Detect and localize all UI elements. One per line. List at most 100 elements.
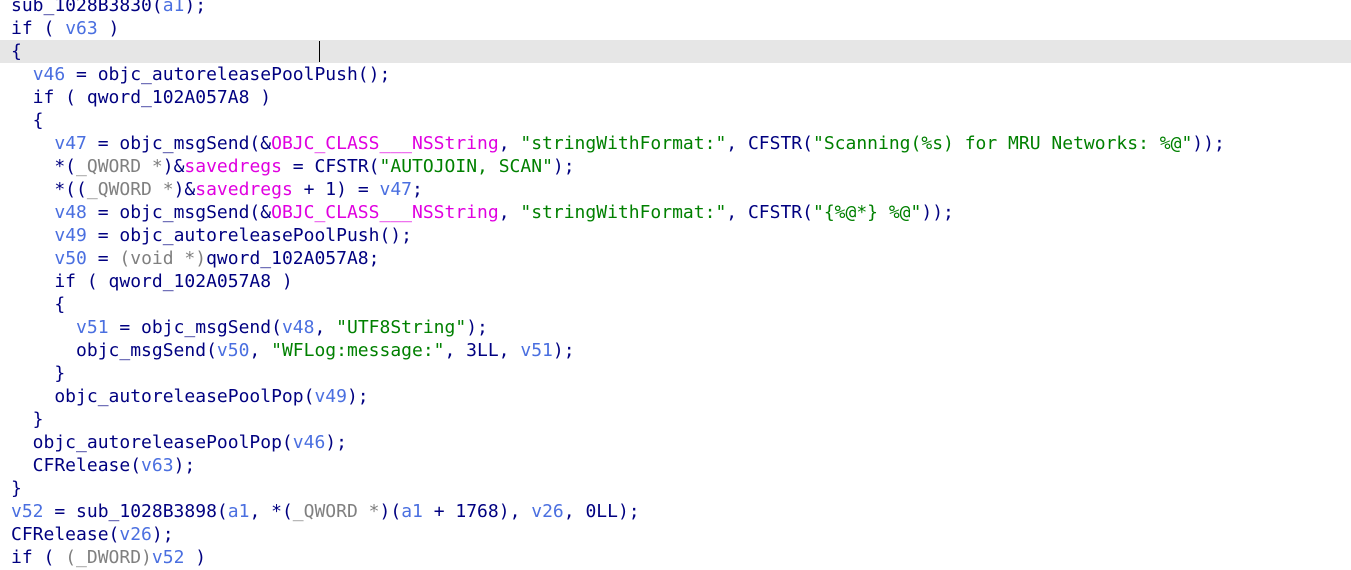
code-token: v26 [119, 524, 152, 545]
code-line[interactable]: { [0, 40, 1351, 63]
code-token: v63 [65, 18, 98, 39]
code-token: , [498, 133, 521, 154]
code-token: { [11, 41, 22, 62]
code-token: = objc_msgSend(& [86, 133, 272, 154]
code-token: "UTF8String" [336, 317, 467, 338]
code-token: a1 [227, 501, 250, 522]
code-line[interactable]: if ( v63 ) [0, 17, 1351, 40]
code-token: "Scanning(%s) for MRU Networks: %@" [812, 133, 1193, 154]
code-line[interactable]: *((_QWORD *)&savedregs + 1) = v47; [0, 178, 1351, 201]
code-token: ); [346, 386, 369, 407]
code-token: v46 [32, 64, 66, 85]
code-token: + 1) = [292, 179, 380, 200]
code-token: + 1768), [422, 501, 532, 522]
code-token: _QWORD * [76, 156, 163, 177]
code-token: v47 [379, 179, 413, 200]
code-token: "stringWithFormat:" [520, 133, 727, 154]
code-token: ); [151, 524, 174, 545]
code-line[interactable]: } [0, 477, 1351, 500]
code-token: if ( qword_102A057A8 ) [11, 87, 272, 108]
code-line[interactable]: { [0, 293, 1351, 316]
code-token: v48 [54, 202, 87, 223]
code-line[interactable]: v52 = sub_1028B3898(a1, *(_QWORD *)(a1 +… [0, 500, 1351, 523]
code-line[interactable]: } [0, 408, 1351, 431]
code-token: v51 [76, 317, 109, 338]
code-token: if ( [11, 547, 66, 568]
code-line[interactable]: } [0, 362, 1351, 385]
code-token: objc_autoreleasePoolPop( [11, 386, 315, 407]
code-token: v47 [54, 133, 87, 154]
code-token: , [498, 202, 521, 223]
code-token: = objc_msgSend( [108, 317, 282, 338]
pseudocode-view[interactable]: sub_1028B3830(a1); if ( v63 ){ v46 = objc… [0, 0, 1351, 569]
code-token: = objc_msgSend(& [86, 202, 272, 223]
code-token: , *( [249, 501, 293, 522]
code-token: a1 [162, 0, 185, 16]
code-token: = sub_1028B3898( [43, 501, 228, 522]
code-token: = objc_autoreleasePoolPush(); [65, 64, 391, 85]
code-token: = [86, 248, 120, 269]
code-line[interactable]: v50 = (void *)qword_102A057A8; [0, 247, 1351, 270]
code-line[interactable]: CFRelease(v26); [0, 523, 1351, 546]
code-line[interactable]: objc_msgSend(v50, "WFLog:message:", 3LL,… [0, 339, 1351, 362]
code-line[interactable]: v51 = objc_msgSend(v48, "UTF8String"); [0, 316, 1351, 339]
code-token: , CFSTR( [726, 202, 813, 223]
code-line[interactable]: v49 = objc_autoreleasePoolPush(); [0, 224, 1351, 247]
code-line[interactable]: v48 = objc_msgSend(&OBJC_CLASS___NSStrin… [0, 201, 1351, 224]
code-token: if ( [11, 18, 66, 39]
code-line[interactable]: sub_1028B3830(a1); [0, 0, 1351, 17]
code-token: = CFSTR( [281, 156, 380, 177]
code-token: CFRelease( [11, 455, 142, 476]
code-token: savedregs [184, 156, 282, 177]
code-token: ); [173, 455, 196, 476]
code-token: v63 [141, 455, 174, 476]
code-line[interactable]: if ( qword_102A057A8 ) [0, 270, 1351, 293]
code-token: v49 [54, 225, 87, 246]
code-token: objc_msgSend( [11, 340, 217, 361]
code-line[interactable]: objc_autoreleasePoolPop(v46); [0, 431, 1351, 454]
code-token: OBJC_CLASS___NSString [271, 133, 499, 154]
code-line[interactable]: CFRelease(v63); [0, 454, 1351, 477]
code-token: v26 [531, 501, 564, 522]
code-token: objc_autoreleasePoolPop( [11, 432, 293, 453]
code-line[interactable]: if ( (_DWORD)v52 ) [0, 546, 1351, 569]
code-token: } [11, 478, 22, 499]
code-token: ); [325, 432, 347, 453]
code-token: v50 [54, 248, 87, 269]
code-token: "WFLog:message:" [271, 340, 445, 361]
code-token: a1 [401, 501, 423, 522]
code-token: )); [1192, 133, 1225, 154]
code-token: )); [921, 202, 954, 223]
code-line[interactable]: *(_QWORD *)&savedregs = CFSTR("AUTOJOIN,… [0, 155, 1351, 178]
code-token: savedregs [195, 179, 293, 200]
code-token: ) [97, 18, 120, 39]
code-token: "stringWithFormat:" [520, 202, 727, 223]
code-token: ); [466, 317, 488, 338]
code-token: CFRelease( [11, 524, 120, 545]
code-token: { [11, 294, 66, 315]
code-token: *( [11, 156, 77, 177]
code-token: )& [162, 156, 185, 177]
code-line[interactable]: { [0, 109, 1351, 132]
code-token: v52 [151, 547, 185, 568]
code-line[interactable]: if ( qword_102A057A8 ) [0, 86, 1351, 109]
code-token: )& [173, 179, 196, 200]
code-line[interactable]: v46 = objc_autoreleasePoolPush(); [0, 63, 1351, 86]
code-token: )( [379, 501, 402, 522]
code-token: OBJC_CLASS___NSString [271, 202, 499, 223]
code-token: v51 [520, 340, 553, 361]
code-token: v49 [314, 386, 347, 407]
code-token: { [11, 110, 44, 131]
code-token: v50 [216, 340, 250, 361]
code-token: qword_102A057A8; [206, 248, 380, 269]
code-line[interactable]: objc_autoreleasePoolPop(v49); [0, 385, 1351, 408]
code-token: "AUTOJOIN, SCAN" [379, 156, 553, 177]
code-token: } [11, 363, 66, 384]
code-token: if ( qword_102A057A8 ) [11, 271, 293, 292]
code-line[interactable]: v47 = objc_msgSend(&OBJC_CLASS___NSStrin… [0, 132, 1351, 155]
code-token: _QWORD * [292, 501, 380, 522]
